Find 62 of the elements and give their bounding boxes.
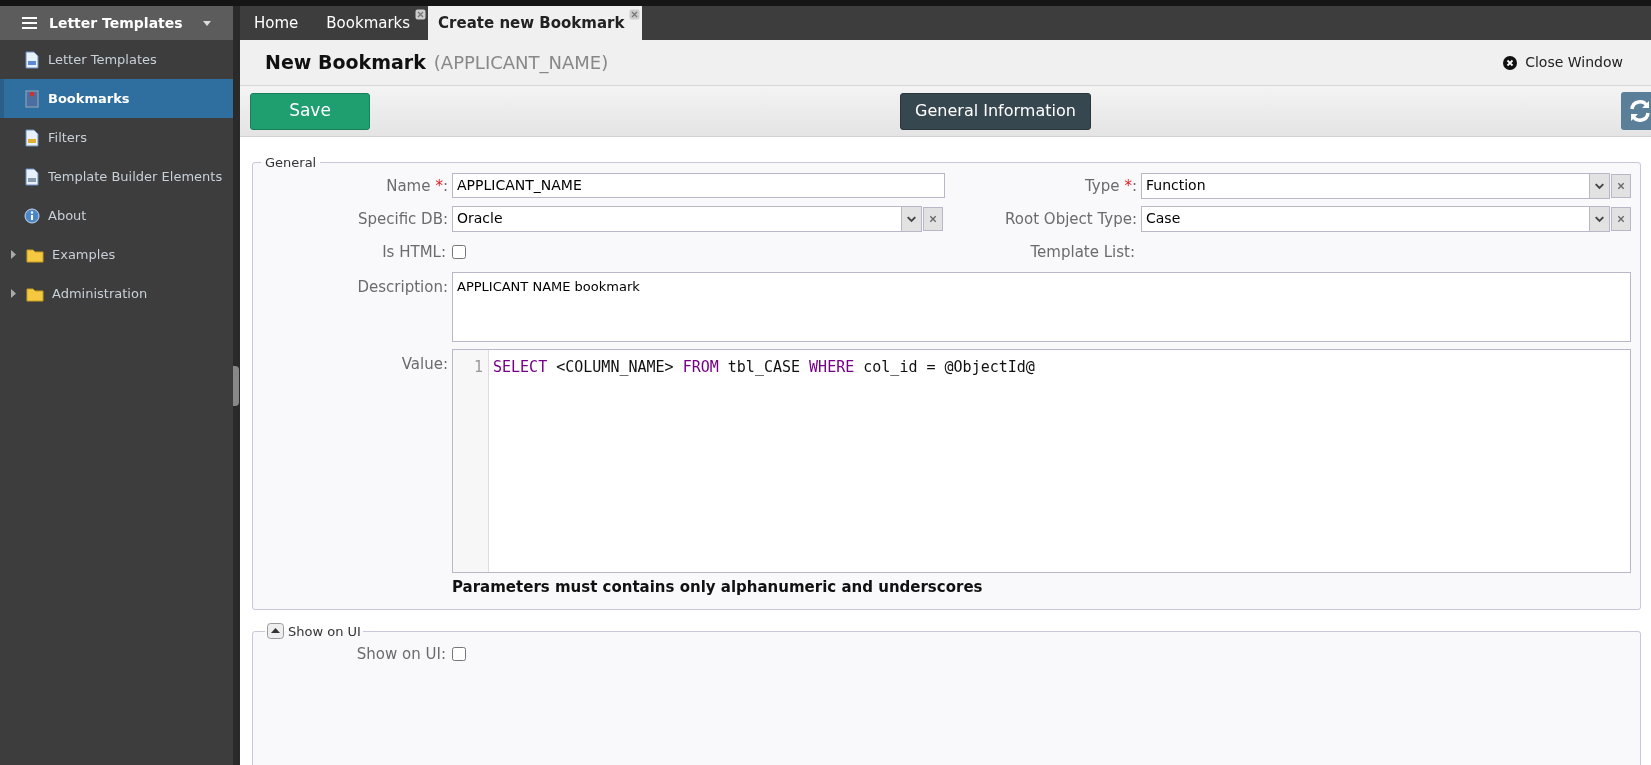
nav-item[interactable]: Filters — [0, 118, 233, 157]
caret-icon — [203, 20, 211, 26]
tab[interactable]: Create new Bookmark — [428, 6, 643, 40]
validation-note: Parameters must contains only alphanumeric and underscores — [452, 577, 983, 596]
dropdown-button[interactable] — [1589, 206, 1609, 231]
info-icon — [24, 207, 40, 224]
refresh-button[interactable] — [1621, 92, 1651, 130]
panel-legend: General — [261, 153, 321, 173]
checkbox[interactable] — [452, 244, 466, 259]
page-subtitle: (APPLICANT_NAME) — [433, 51, 609, 76]
nav-item[interactable]: Bookmarks — [0, 79, 233, 118]
collapse-handle[interactable] — [233, 365, 239, 406]
folder-icon — [26, 285, 44, 302]
field-label: Root Object Type: — [1005, 209, 1137, 228]
close-icon[interactable] — [629, 9, 641, 20]
name-field[interactable]: APPLICANT_NAME — [452, 173, 945, 198]
collapsed-arrow-icon[interactable] — [10, 289, 17, 298]
code-line: SELECT <COLUMN_NAME> FROM tbl_CASE WHERE col_id = @ObjectId@ — [493, 357, 1035, 376]
sidebar-title: Letter Templates — [49, 13, 184, 33]
nav-item[interactable]: Examples — [0, 235, 233, 274]
field-label: Template List: — [1030, 242, 1135, 261]
clear-button[interactable] — [1611, 206, 1631, 231]
field-label: Name *: — [386, 176, 448, 195]
nav-item[interactable]: Administration — [0, 274, 233, 313]
checkbox[interactable] — [452, 647, 466, 661]
field-label: Description: — [357, 277, 448, 296]
book-icon — [24, 89, 40, 108]
clear-button[interactable] — [1611, 173, 1631, 198]
collapse-icon[interactable] — [267, 623, 284, 640]
line-number: 1 — [473, 357, 483, 376]
close-window-button[interactable]: Close Window — [1503, 52, 1623, 73]
sidebar-header[interactable]: Letter Templates — [0, 6, 233, 40]
folder-icon — [26, 246, 44, 263]
clear-button[interactable] — [923, 206, 943, 231]
field-label: Is HTML: — [382, 242, 446, 261]
dropdown-button[interactable] — [901, 206, 921, 231]
field-label: Show on UI: — [356, 645, 446, 663]
document-icon — [24, 50, 40, 69]
menu-icon — [22, 17, 37, 29]
section-button[interactable]: General Information — [900, 92, 1091, 130]
code-editor[interactable]: 1 SELECT <COLUMN_NAME> FROM tbl_CASE WHERE col_id = @ObjectId@ — [452, 348, 1631, 573]
description-field[interactable]: APPLICANT NAME bookmark — [452, 271, 1631, 342]
collapsed-arrow-icon[interactable] — [10, 250, 17, 259]
document-icon — [24, 167, 40, 186]
tab[interactable]: Bookmarks — [316, 6, 429, 40]
db-select[interactable]: Oracle — [452, 205, 922, 232]
type-select[interactable]: Function — [1141, 172, 1610, 199]
root-type-select[interactable]: Case — [1141, 205, 1610, 232]
refresh-icon — [1627, 98, 1651, 124]
field-label: Type *: — [1085, 176, 1137, 195]
panel-legend: Show on UI — [288, 621, 361, 641]
document-icon — [24, 128, 40, 147]
field-label: Value: — [401, 354, 448, 373]
field-label: Specific DB: — [357, 209, 448, 228]
nav-item[interactable]: Template Builder Elements — [0, 157, 233, 196]
close-icon[interactable] — [415, 9, 427, 20]
dropdown-button[interactable] — [1589, 173, 1609, 198]
page-title: New Bookmark — [265, 50, 426, 76]
tab[interactable]: Home — [244, 6, 317, 40]
close-icon — [1503, 55, 1518, 70]
nav-item[interactable]: Letter Templates — [0, 40, 233, 79]
nav-item[interactable]: About — [0, 196, 233, 235]
